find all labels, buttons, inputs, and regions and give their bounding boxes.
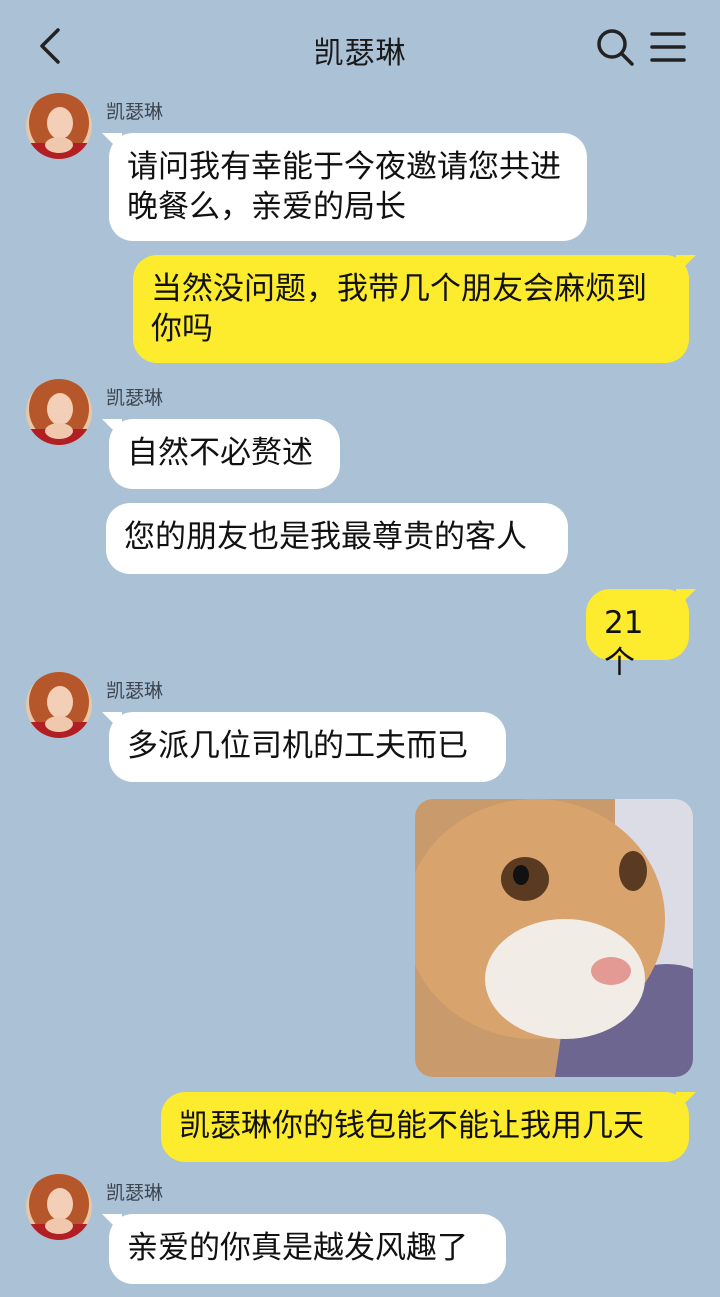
- menu-icon: [650, 32, 686, 62]
- message-bubble[interactable]: 21个: [586, 589, 689, 681]
- avatar[interactable]: [26, 672, 92, 738]
- sender-name: 凯瑟琳: [106, 387, 164, 409]
- message-bubble[interactable]: 凯瑟琳你的钱包能不能让我用几天: [161, 1092, 689, 1162]
- message-bubble[interactable]: 请问我有幸能于今夜邀请您共进晚餐么，亲爱的局长: [109, 133, 587, 241]
- message-bubble[interactable]: 自然不必赘述: [109, 419, 340, 489]
- message-bubble[interactable]: 亲爱的你真是越发风趣了: [109, 1214, 506, 1284]
- message-bubble[interactable]: 多派几位司机的工夫而已: [109, 712, 506, 782]
- message-bubble[interactable]: 当然没问题，我带几个朋友会麻烦到你吗: [133, 255, 689, 363]
- cat-photo[interactable]: [415, 799, 693, 1077]
- avatar[interactable]: [26, 1174, 92, 1240]
- avatar[interactable]: [26, 379, 92, 445]
- message-bubble[interactable]: 您的朋友也是我最尊贵的客人: [106, 503, 568, 574]
- search-icon: [597, 29, 634, 66]
- sender-name: 凯瑟琳: [106, 680, 164, 702]
- avatar[interactable]: [26, 93, 92, 159]
- search-button[interactable]: [594, 26, 636, 68]
- sender-name: 凯瑟琳: [106, 1182, 164, 1204]
- chat-header: 凯瑟琳: [0, 0, 720, 92]
- menu-button[interactable]: [648, 28, 688, 66]
- sender-name: 凯瑟琳: [106, 101, 164, 123]
